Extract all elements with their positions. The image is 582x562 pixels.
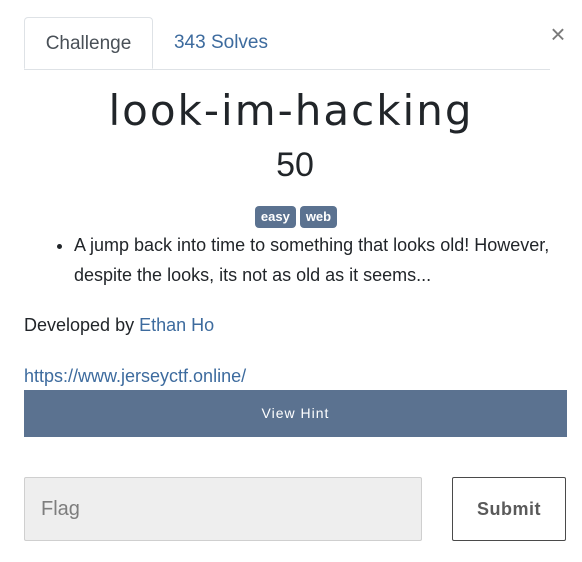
challenge-title: look-im-hacking (108, 86, 474, 135)
tag-easy: easy (254, 206, 296, 228)
developer-line: Developed by Ethan Ho (24, 311, 214, 339)
developer-prefix: Developed by (24, 315, 135, 335)
view-hint-button[interactable]: View Hint (24, 390, 567, 437)
challenge-modal: Challenge 343 Solves × look-im-hacking 5… (0, 0, 582, 562)
tab-challenge[interactable]: Challenge (24, 17, 153, 69)
submit-button[interactable]: Submit (452, 477, 566, 541)
description-item: A jump back into time to something that … (74, 230, 564, 290)
challenge-description: A jump back into time to something that … (24, 230, 564, 290)
tag-list: easy web (0, 206, 582, 228)
tab-solves[interactable]: 343 Solves (162, 17, 280, 68)
tab-bar: Challenge 343 Solves (24, 17, 550, 70)
tag-web: web (299, 206, 338, 228)
flag-input[interactable] (24, 477, 422, 541)
challenge-url-link[interactable]: https://www.jerseyctf.online/ (24, 362, 246, 390)
close-button[interactable]: × (546, 20, 570, 48)
challenge-points: 50 (276, 146, 314, 184)
developer-link[interactable]: Ethan Ho (139, 315, 214, 335)
